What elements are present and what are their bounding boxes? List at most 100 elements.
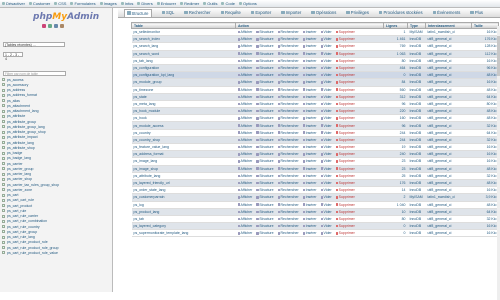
action-supprimer-button[interactable]: Supprimer xyxy=(335,95,355,99)
action-structure-button[interactable]: Structure xyxy=(256,124,274,128)
action-afficher-button[interactable]: Afficher xyxy=(237,44,252,48)
action-supprimer-button[interactable]: Supprimer xyxy=(335,80,355,84)
action-afficher-button[interactable]: Afficher xyxy=(237,152,252,156)
action-rechercher-button[interactable]: Rechercher xyxy=(277,188,299,192)
action-vider-button[interactable]: Vider xyxy=(320,59,332,63)
table-name-link[interactable]: ps_layered_friendly_url xyxy=(131,179,236,188)
action-rechercher-button[interactable]: Rechercher xyxy=(277,109,299,113)
action-supprimer-button[interactable]: Supprimer xyxy=(335,138,355,142)
action-rechercher-button[interactable]: Rechercher xyxy=(277,52,299,56)
action-vider-button[interactable]: Vider xyxy=(320,80,332,84)
action-afficher-button[interactable]: Afficher xyxy=(237,73,252,77)
action-afficher-button[interactable]: Afficher xyxy=(237,37,252,41)
table-name-link[interactable]: ps_layered_category xyxy=(131,222,236,231)
table-row[interactable]: ps_log Afficher Structure Rechercher Insérer… xyxy=(131,201,499,209)
action-structure-button[interactable]: Structure xyxy=(256,181,274,185)
action-ins-rer-button[interactable]: Insérer xyxy=(302,102,317,106)
action-ins-rer-button[interactable]: Insérer xyxy=(302,174,317,178)
action-rechercher-button[interactable]: Rechercher xyxy=(277,167,299,171)
action-afficher-button[interactable]: Afficher xyxy=(237,210,252,214)
table-name-link[interactable]: ps_meta_lang xyxy=(131,100,236,109)
action-supprimer-button[interactable]: Supprimer xyxy=(335,145,355,149)
action-rechercher-button[interactable]: Rechercher xyxy=(277,80,299,84)
table-row[interactable]: ps_country_shop Afficher Structure Recherch… xyxy=(131,136,499,145)
toolbar-item[interactable]: CSS xyxy=(54,1,66,6)
table-row[interactable]: ps_product_lang Afficher Structure Recherch… xyxy=(131,208,499,216)
table-name-link[interactable]: ps_image_shop xyxy=(131,165,236,173)
action-vider-button[interactable]: Vider xyxy=(320,124,332,128)
action-afficher-button[interactable]: Afficher xyxy=(237,224,252,228)
table-row[interactable]: ps_search_lang Afficher Structure Recherche… xyxy=(131,42,499,51)
table-name-link[interactable]: ps_tab xyxy=(131,215,236,224)
action-vider-button[interactable]: Vider xyxy=(320,88,332,92)
action-ins-rer-button[interactable]: Insérer xyxy=(302,116,317,120)
action-ins-rer-button[interactable]: Insérer xyxy=(302,145,317,149)
table-name-link[interactable]: ps_hook_module xyxy=(131,107,236,116)
action-supprimer-button[interactable]: Supprimer xyxy=(335,37,355,41)
action-rechercher-button[interactable]: Rechercher xyxy=(277,131,299,135)
action-supprimer-button[interactable]: Supprimer xyxy=(335,102,355,106)
action-structure-button[interactable]: Structure xyxy=(256,102,274,106)
action-structure-button[interactable]: Structure xyxy=(256,174,274,178)
tab-requ-te[interactable]: Requête xyxy=(220,10,241,15)
action-afficher-button[interactable]: Afficher xyxy=(237,80,252,84)
action-rechercher-button[interactable]: Rechercher xyxy=(277,95,299,99)
action-afficher-button[interactable]: Afficher xyxy=(237,231,252,235)
action-ins-rer-button[interactable]: Insérer xyxy=(302,124,317,128)
table-filter-input[interactable]: Filtrer par nom de table xyxy=(3,71,66,76)
action-rechercher-button[interactable]: Rechercher xyxy=(277,88,299,92)
action-structure-button[interactable]: Structure xyxy=(256,59,274,63)
action-structure-button[interactable]: Structure xyxy=(256,195,274,199)
action-ins-rer-button[interactable]: Insérer xyxy=(302,224,317,228)
table-row[interactable]: ps_configuration Afficher Structure Recherc… xyxy=(131,64,499,73)
tab-plus[interactable]: Plus xyxy=(470,10,483,15)
action-structure-button[interactable]: Structure xyxy=(256,217,274,221)
sidebar-table-item[interactable]: ps_cart_rule_product_rule_value xyxy=(2,250,110,255)
table-name-link[interactable]: ps_customerparrain xyxy=(131,193,236,202)
recent-tables-select[interactable]: (Tables récentes) ... xyxy=(3,42,65,47)
table-row[interactable]: ps_attribute_lang Afficher Structure Recher… xyxy=(131,172,499,180)
action-rechercher-button[interactable]: Rechercher xyxy=(277,195,299,199)
action-ins-rer-button[interactable]: Insérer xyxy=(302,231,317,235)
action-structure-button[interactable]: Structure xyxy=(256,109,274,113)
table-row[interactable]: ps_address_format Afficher Structure Recher… xyxy=(131,150,499,159)
action-ins-rer-button[interactable]: Insérer xyxy=(302,80,317,84)
action-structure-button[interactable]: Structure xyxy=(256,73,274,77)
action-afficher-button[interactable]: Afficher xyxy=(237,174,252,178)
action-vider-button[interactable]: Vider xyxy=(320,188,332,192)
action-vider-button[interactable]: Vider xyxy=(320,102,332,106)
action-structure-button[interactable]: Structure xyxy=(256,188,274,192)
action-ins-rer-button[interactable]: Insérer xyxy=(302,37,317,41)
action-rechercher-button[interactable]: Rechercher xyxy=(277,44,299,48)
action-ins-rer-button[interactable]: Insérer xyxy=(302,167,317,171)
action-ins-rer-button[interactable]: Insérer xyxy=(302,159,317,163)
table-row[interactable]: ps_tab_lang Afficher Structure Rechercher In… xyxy=(131,57,499,65)
table-name-link[interactable]: ps_address_format xyxy=(131,150,236,159)
action-vider-button[interactable]: Vider xyxy=(320,131,332,135)
toolbar-item[interactable]: Images xyxy=(99,1,117,6)
action-vider-button[interactable]: Vider xyxy=(320,152,332,156)
table-name-link[interactable]: ps_log xyxy=(131,201,236,209)
action-afficher-button[interactable]: Afficher xyxy=(237,109,252,113)
action-ins-rer-button[interactable]: Insérer xyxy=(302,152,317,156)
table-name-link[interactable]: ps_order_state_lang xyxy=(131,186,236,195)
table-row[interactable]: ps_module_group Afficher Structure Recherch… xyxy=(131,78,499,87)
action-ins-rer-button[interactable]: Insérer xyxy=(302,95,317,99)
action-ins-rer-button[interactable]: Insérer xyxy=(302,59,317,63)
action-supprimer-button[interactable]: Supprimer xyxy=(335,210,355,214)
action-rechercher-button[interactable]: Rechercher xyxy=(277,59,299,63)
phpmyadmin-logo[interactable]: phpMyAdmin xyxy=(33,12,99,22)
settings-icon[interactable] xyxy=(60,24,64,28)
action-rechercher-button[interactable]: Rechercher xyxy=(277,231,299,235)
action-afficher-button[interactable]: Afficher xyxy=(237,66,252,70)
table-row[interactable]: ps_selledmonitor Afficher Structure Recherc… xyxy=(131,28,499,37)
action-afficher-button[interactable]: Afficher xyxy=(237,95,252,99)
action-vider-button[interactable]: Vider xyxy=(320,95,332,99)
table-name-link[interactable]: ps_search_word xyxy=(131,50,236,58)
tab-privil-ges[interactable]: Privilèges xyxy=(346,10,369,15)
action-afficher-button[interactable]: Afficher xyxy=(237,88,252,92)
action-ins-rer-button[interactable]: Insérer xyxy=(302,88,317,92)
action-rechercher-button[interactable]: Rechercher xyxy=(277,116,299,120)
action-afficher-button[interactable]: Afficher xyxy=(237,52,252,56)
action-vider-button[interactable]: Vider xyxy=(320,217,332,221)
